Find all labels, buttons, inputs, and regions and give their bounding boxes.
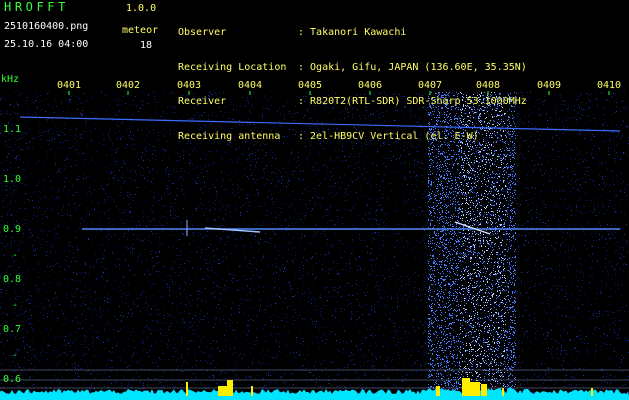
info-row-receiver: Receiver : R820T2(RTL-SDR) SDR-Sharp 53.… <box>178 96 527 108</box>
x-tick-label: 0410 <box>597 80 622 91</box>
meteor-burst <box>481 384 487 396</box>
info-key: Observer <box>178 27 227 38</box>
info-key: Receiving antenna <box>178 130 281 142</box>
meteor-burst <box>186 382 188 396</box>
spectrogram-window: HROFFT 1.0.0 2510160400.png 25.10.16 04:… <box>0 0 629 400</box>
x-tick-label: 0404 <box>238 80 263 91</box>
info-value: : Ogaki, Gifu, JAPAN (136.60E, 35.35N) <box>298 61 527 73</box>
y-tick-label: 1.1 <box>3 124 22 135</box>
y-axis-unit: kHz <box>1 74 20 85</box>
meteor-burst <box>462 378 470 396</box>
y-tick-label: 0.6 <box>3 374 22 385</box>
y-tick-minor: - <box>12 300 19 311</box>
y-tick-label: 1.0 <box>3 174 22 185</box>
x-tick-label: 0402 <box>116 80 141 91</box>
y-tick-minor: - <box>12 350 19 361</box>
meteor-burst <box>436 386 440 396</box>
x-tick-label: 0406 <box>358 80 383 91</box>
y-tick-label: 0.9 <box>3 224 22 235</box>
x-tick-label: 0408 <box>476 80 501 91</box>
file-name: 2510160400.png <box>4 21 89 32</box>
meteor-burst <box>502 388 504 396</box>
info-row-observer: Observer : Takanori Kawachi <box>178 27 527 39</box>
app-title: HROFFT <box>4 0 69 14</box>
info-row-antenna: Receiving antenna : 2el-HB9CV Vertical (… <box>178 131 527 143</box>
x-tick-label: 0409 <box>537 80 562 91</box>
meteor-burst <box>591 388 593 396</box>
info-value: : 2el-HB9CV Vertical (el. E-W) <box>298 130 479 142</box>
file-datetime: 25.10.16 04:00 <box>4 39 89 50</box>
meteor-burst <box>251 386 253 396</box>
y-tick-minor: - <box>12 250 19 261</box>
station-info: Observer : Takanori Kawachi Receiving Lo… <box>178 4 527 165</box>
x-tick-label: 0403 <box>177 80 202 91</box>
info-key: Receiving Location <box>178 61 287 73</box>
info-value: : Takanori Kawachi <box>298 27 407 38</box>
info-key: Receiver <box>178 96 227 107</box>
info-row-location: Receiving Location : Ogaki, Gifu, JAPAN … <box>178 62 527 74</box>
activity-floor <box>0 396 629 400</box>
y-tick-label: 0.8 <box>3 274 22 285</box>
x-tick-label: 0405 <box>298 80 323 91</box>
meteor-burst <box>470 382 480 396</box>
y-tick-label: 0.7 <box>3 324 22 335</box>
x-tick-label: 0407 <box>418 80 443 91</box>
x-tick-label: 0401 <box>57 80 82 91</box>
app-version: 1.0.0 <box>126 3 157 14</box>
detection-count: 18 <box>140 40 153 51</box>
detection-label: meteor <box>122 25 159 36</box>
meteor-burst <box>227 380 233 396</box>
info-value: : R820T2(RTL-SDR) SDR-Sharp 53.1000MHz <box>298 96 527 107</box>
